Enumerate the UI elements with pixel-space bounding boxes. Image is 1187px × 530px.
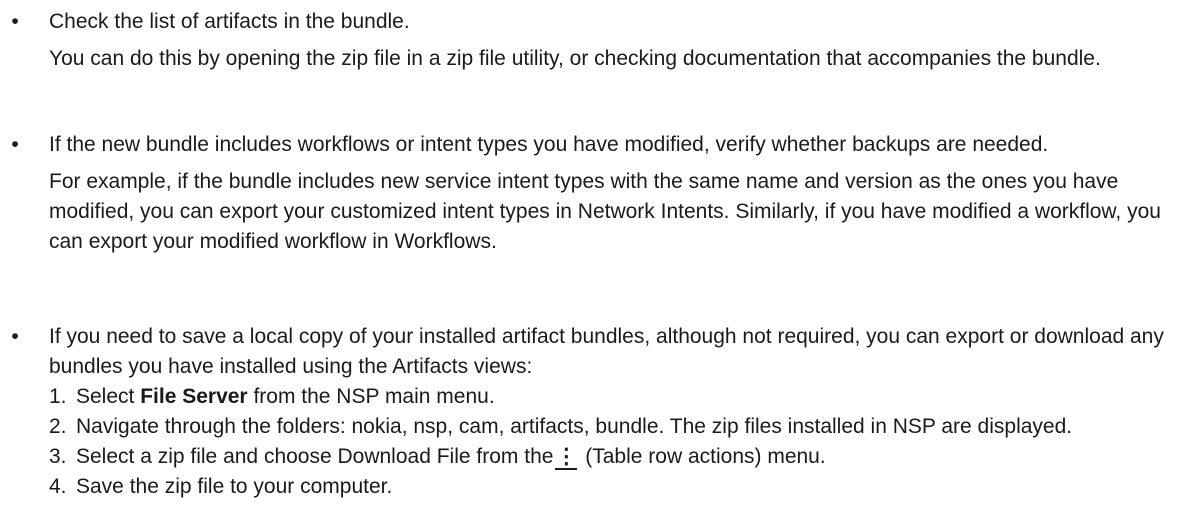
step-item: 3. Select a zip file and choose Download… [49, 442, 1167, 472]
step-text-pre: Select a zip file and choose Download Fi… [76, 445, 554, 468]
step-item: 2. Navigate through the folders: nokia, … [49, 412, 1167, 442]
step-number: 4. [49, 475, 67, 498]
bullet-lead: If the new bundle includes workflows or … [49, 133, 1049, 156]
step-text-pre: Select [76, 385, 141, 408]
step-text: Navigate through the folders: nokia, nsp… [76, 415, 1073, 438]
bullet-marker: • [11, 10, 19, 33]
steps-list: 1. Select File Server from the NSP main … [49, 382, 1167, 502]
bullet-marker: • [11, 325, 19, 348]
kebab-vertical-icon: ⋮ [555, 445, 578, 470]
bullet-lead: If you need to save a local copy of your… [49, 325, 1164, 378]
bullet-lead: Check the list of artifacts in the bundl… [49, 10, 410, 33]
bullet-item: If the new bundle includes workflows or … [0, 130, 1187, 257]
bullet-marker: • [11, 133, 19, 156]
step-item: 4. Save the zip file to your computer. [49, 472, 1167, 502]
menu-item-reference: File Server [140, 385, 248, 408]
step-number: 2. [49, 415, 67, 438]
step-text-post: (Table row actions) menu. [579, 445, 826, 468]
bullet-item: Check the list of artifacts in the bundl… [0, 0, 1187, 74]
step-number: 3. [49, 445, 67, 468]
step-text-post: from the NSP main menu. [247, 385, 495, 408]
step-item: 1. Select File Server from the NSP main … [49, 382, 1167, 412]
step-text: Save the zip file to your computer. [76, 475, 393, 498]
bullet-item: If you need to save a local copy of your… [0, 322, 1187, 502]
bullet-detail: You can do this by opening the zip file … [49, 47, 1101, 70]
step-number: 1. [49, 385, 67, 408]
bullet-detail: For example, if the bundle includes new … [49, 170, 1161, 253]
